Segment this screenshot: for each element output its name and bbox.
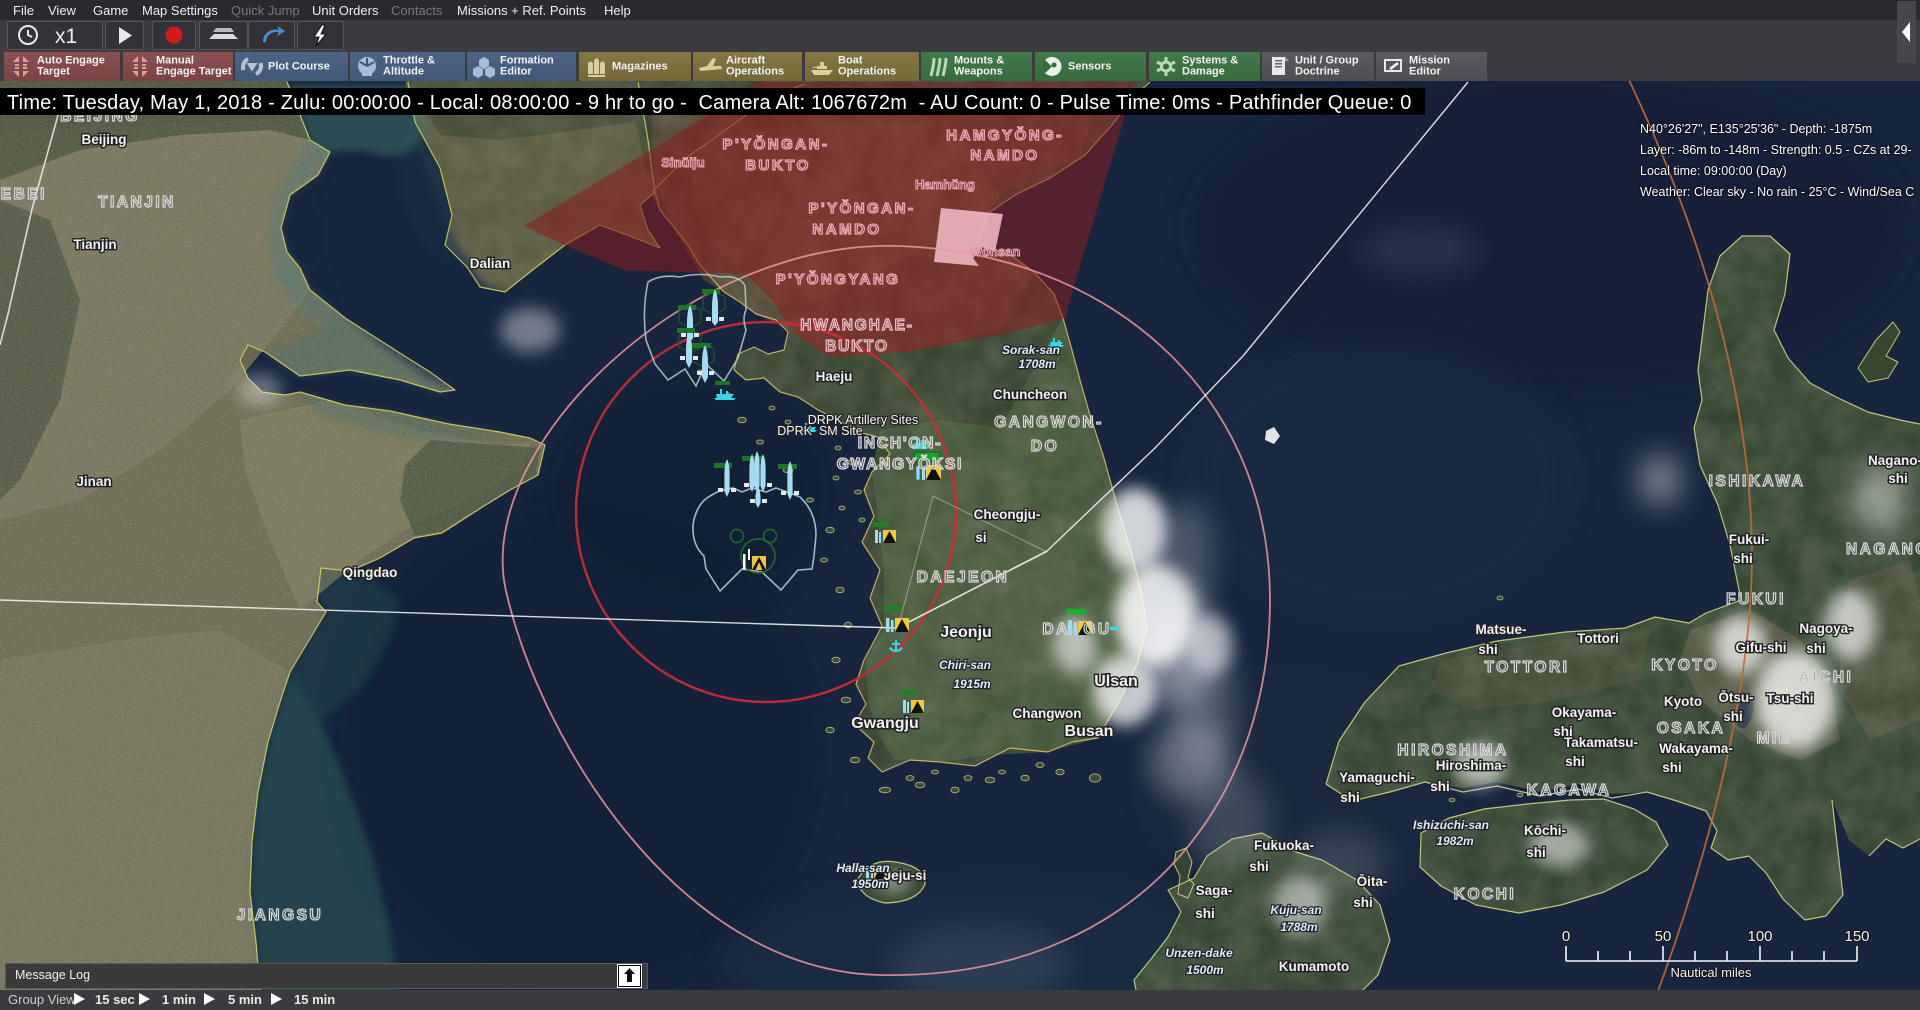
svg-text:Kōchi-: Kōchi- (1524, 823, 1566, 838)
svg-text:shi: shi (1430, 779, 1450, 794)
svg-text:HAMGYŎNG-: HAMGYŎNG- (946, 126, 1064, 144)
svg-text:Nagano-: Nagano- (1868, 453, 1920, 468)
svg-text:Dalian: Dalian (470, 256, 511, 271)
svg-text:shi: shi (1565, 754, 1585, 769)
svg-text:x1: x1 (55, 25, 77, 48)
svg-text:Beijing: Beijing (81, 132, 126, 147)
svg-text:ISHIKAWA: ISHIKAWA (1709, 473, 1806, 490)
svg-text:TOTTORI: TOTTORI (1485, 659, 1570, 676)
svg-text:shi: shi (1888, 471, 1908, 486)
svg-text:Halla-san: Halla-san (836, 861, 889, 875)
svg-text:Okayama-: Okayama- (1552, 705, 1617, 720)
svg-text:1788m: 1788m (1280, 920, 1318, 934)
svg-text:DO: DO (1031, 438, 1059, 455)
svg-text:Yamaguchi-: Yamaguchi- (1339, 770, 1415, 785)
svg-text:0: 0 (1562, 928, 1570, 945)
svg-text:HIROSHIMA: HIROSHIMA (1397, 742, 1508, 759)
svg-text:Gifu-shi: Gifu-shi (1736, 640, 1787, 655)
svg-text:Jeju-si: Jeju-si (884, 868, 927, 883)
svg-text:Haeju: Haeju (816, 369, 853, 384)
svg-text:shi: shi (1733, 551, 1753, 566)
svg-text:OSAKA: OSAKA (1657, 720, 1725, 737)
svg-text:shi: shi (1478, 642, 1498, 657)
svg-text:KAGAWA: KAGAWA (1527, 782, 1612, 799)
svg-text:Kumamoto: Kumamoto (1279, 959, 1350, 974)
svg-text:Wakayama-: Wakayama- (1659, 741, 1733, 756)
svg-text:Gwangju: Gwangju (851, 715, 919, 732)
svg-text:Matsue-: Matsue- (1475, 622, 1526, 637)
svg-text:1500m: 1500m (1186, 963, 1224, 977)
svg-text:Hiroshima-: Hiroshima- (1436, 758, 1507, 773)
svg-text:JIANGSU: JIANGSU (237, 907, 323, 924)
svg-text:Nagoya-: Nagoya- (1799, 621, 1852, 636)
svg-text:DPRK SM Site: DPRK SM Site (777, 424, 862, 438)
svg-text:KYOTO: KYOTO (1651, 657, 1718, 674)
svg-text:BUKTO: BUKTO (745, 157, 811, 174)
svg-text:shi: shi (1340, 790, 1360, 805)
svg-text:MIE: MIE (1756, 730, 1791, 747)
svg-text:Qingdao: Qingdao (343, 565, 398, 580)
svg-text:Sinŭiju: Sinŭiju (661, 155, 704, 170)
svg-text:shi: shi (1249, 859, 1269, 874)
svg-text:DAEJEON: DAEJEON (917, 569, 1009, 586)
svg-text:Unzen-dake: Unzen-dake (1165, 946, 1233, 960)
svg-text:1950m: 1950m (851, 877, 889, 891)
svg-text:shi: shi (1662, 760, 1682, 775)
svg-text:Ishizuchi-san: Ishizuchi-san (1413, 818, 1489, 832)
svg-text:Tianjin: Tianjin (73, 237, 116, 252)
svg-text:100: 100 (1747, 928, 1772, 945)
svg-text:Changwon: Changwon (1013, 706, 1082, 721)
svg-text:Fukui-: Fukui- (1729, 532, 1770, 547)
svg-text:1708m: 1708m (1018, 357, 1056, 371)
svg-text:AICHI: AICHI (1799, 669, 1854, 686)
svg-text:HWANGHAE-: HWANGHAE- (800, 317, 914, 334)
svg-text:BUKTO: BUKTO (825, 338, 889, 355)
svg-text:KOCHI: KOCHI (1454, 886, 1516, 903)
svg-text:50: 50 (1655, 928, 1672, 945)
svg-text:150: 150 (1844, 928, 1869, 945)
svg-text:shi: shi (1353, 895, 1373, 910)
svg-text:P'YŎNGYANG: P'YŎNGYANG (776, 270, 901, 288)
svg-text:NAMDO: NAMDO (812, 221, 881, 238)
svg-text:shi: shi (1723, 709, 1743, 724)
svg-text:Ōita-: Ōita- (1357, 874, 1388, 889)
svg-text:GWANGYŎKSI: GWANGYŎKSI (837, 455, 964, 473)
svg-text:Fukuoka-: Fukuoka- (1254, 838, 1314, 853)
svg-text:TIANJIN: TIANJIN (98, 194, 176, 211)
svg-text:Ulsan: Ulsan (1094, 673, 1138, 690)
svg-text:INCH'ON-: INCH'ON- (858, 435, 942, 452)
svg-text:Kyoto: Kyoto (1664, 694, 1702, 709)
svg-text:Saga-: Saga- (1196, 883, 1233, 898)
svg-text:Jinan: Jinan (76, 474, 111, 489)
svg-text:Nautical miles: Nautical miles (1671, 965, 1752, 980)
svg-text:NAMDO: NAMDO (970, 147, 1039, 164)
svg-text:Cheongju-: Cheongju- (974, 507, 1041, 522)
svg-text:shi: shi (1806, 641, 1826, 656)
svg-text:DA GU: DA GU (1042, 621, 1111, 638)
svg-text:Tottori: Tottori (1577, 631, 1619, 646)
svg-text:Wŏnsan: Wŏnsan (970, 244, 1021, 259)
svg-text:Tsu-shi: Tsu-shi (1767, 691, 1814, 706)
svg-text:Jeonju: Jeonju (940, 624, 992, 641)
svg-text:shi: shi (1195, 906, 1215, 921)
svg-text:Sorak-san: Sorak-san (1002, 343, 1060, 357)
svg-text:Chuncheon: Chuncheon (993, 387, 1067, 402)
svg-text:NAGANO: NAGANO (1846, 541, 1920, 558)
svg-text:shi: shi (1526, 845, 1546, 860)
svg-text:P'YŎNGAN-: P'YŎNGAN- (809, 199, 916, 217)
svg-text:P'YŎNGAN-: P'YŎNGAN- (723, 135, 830, 153)
svg-text:Kuju-san: Kuju-san (1270, 903, 1321, 917)
svg-text:HEBEI: HEBEI (0, 186, 47, 203)
svg-text:Ōtsu-: Ōtsu- (1718, 690, 1753, 705)
svg-text:1915m: 1915m (953, 677, 991, 691)
svg-text:Hamhŭng: Hamhŭng (915, 177, 975, 192)
svg-text:GANGWON-: GANGWON- (994, 414, 1104, 431)
svg-text:si: si (975, 530, 986, 545)
svg-text:Chiri-san: Chiri-san (939, 658, 991, 672)
svg-text:Takamatsu-: Takamatsu- (1564, 735, 1638, 750)
svg-text:Busan: Busan (1065, 723, 1114, 740)
svg-text:1982m: 1982m (1436, 834, 1474, 848)
svg-text:FUKUI: FUKUI (1726, 591, 1786, 608)
